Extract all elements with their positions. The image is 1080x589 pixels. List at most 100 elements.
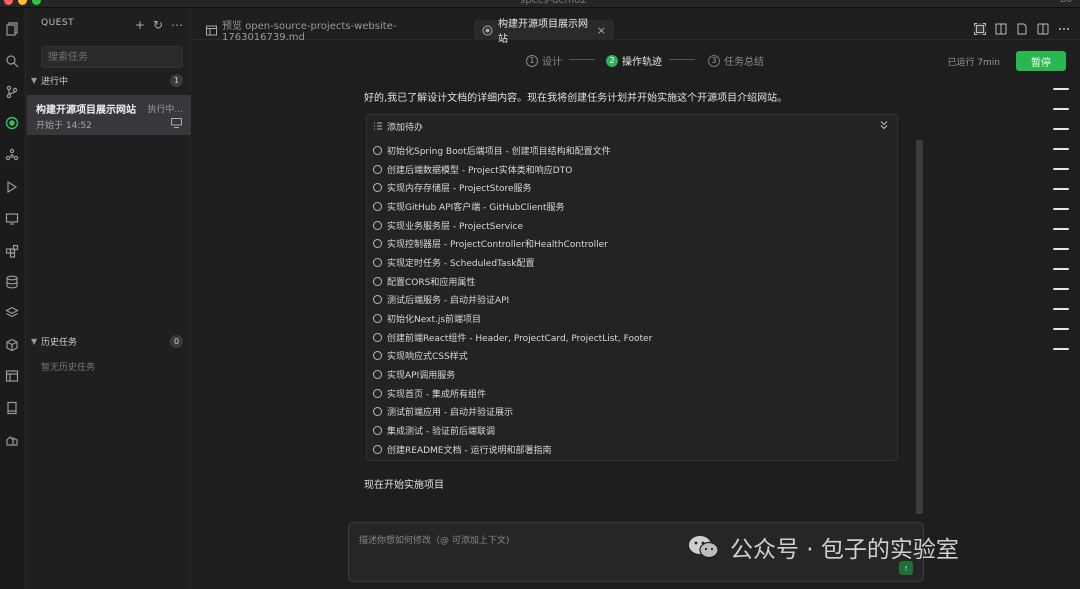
minimap-line (1053, 228, 1069, 230)
todo-checkbox-icon[interactable] (373, 183, 382, 193)
pause-button[interactable]: 暂停 (1016, 51, 1066, 71)
package-icon[interactable] (5, 338, 19, 352)
history-label: 历史任务 (41, 337, 78, 348)
todo-checkbox-icon[interactable] (373, 295, 382, 305)
todo-checkbox-icon[interactable] (373, 257, 382, 267)
todo-text: 实现控制器层 - ProjectController和HealthControl… (387, 240, 608, 251)
step-connector (669, 59, 695, 60)
todo-text: 集成测试 - 验证前后端联调 (387, 427, 495, 438)
bookmark-icon[interactable] (5, 401, 19, 415)
split-preview-icon[interactable] (995, 23, 1007, 35)
maximize-window-button[interactable] (32, 0, 41, 5)
step-trace[interactable]: 2 操作轨迹 (606, 53, 662, 68)
preview-panel-icon[interactable] (5, 369, 19, 383)
todo-item[interactable]: 创建后端数据模型 - Project实体类和响应DTO (373, 160, 893, 179)
todo-item[interactable]: 测试后端服务 - 启动并验证API (373, 291, 893, 310)
todo-item[interactable]: 创建前端React组件 - Header, ProjectCard, Proje… (373, 328, 893, 347)
source-control-icon[interactable] (5, 85, 19, 99)
task-name: 构建开源项目展示网站 (36, 105, 136, 116)
editor-tabbar: 预览 open-source-projects-website-17630167… (192, 8, 1080, 45)
todo-checkbox-icon[interactable] (373, 145, 382, 155)
todo-checkbox-icon[interactable] (373, 426, 382, 436)
todo-checkbox-icon[interactable] (373, 388, 382, 398)
todo-item[interactable]: 实现控制器层 - ProjectController和HealthControl… (373, 234, 893, 253)
step-summary[interactable]: 3 任务总结 (708, 53, 764, 68)
step-design[interactable]: 1 设计 (526, 53, 562, 68)
split-editor-icon[interactable] (1037, 23, 1049, 35)
quest-icon[interactable] (5, 116, 19, 130)
step-label: 操作轨迹 (622, 57, 662, 68)
open-file-icon[interactable] (1016, 23, 1028, 35)
todo-text: 测试前端应用 - 启动并验证展示 (387, 408, 513, 419)
todo-item[interactable]: 集成测试 - 验证前后端联调 (373, 421, 893, 440)
minimap-line (1053, 168, 1069, 170)
close-icon[interactable]: × (597, 24, 606, 37)
task-search-input[interactable] (41, 46, 183, 68)
monitor-icon[interactable] (171, 118, 182, 128)
collapse-icon[interactable] (879, 120, 889, 130)
todo-checkbox-icon[interactable] (373, 201, 382, 211)
close-window-button[interactable] (4, 0, 13, 5)
todo-item[interactable]: 配置CORS和应用属性 (373, 272, 893, 291)
todo-item[interactable]: 创建README文档 - 运行说明和部署指南 (373, 440, 893, 459)
todo-text: 测试后端服务 - 启动并验证API (387, 296, 510, 307)
minimize-window-button[interactable] (18, 0, 27, 5)
tab-preview[interactable]: 预览 open-source-projects-website-17630167… (198, 20, 472, 43)
extensions-network-icon[interactable] (5, 148, 19, 162)
todo-item[interactable]: 初始化Spring Boot后端项目 - 创建项目结构和配置文件 (373, 141, 893, 160)
assistant-message: 好的,我已了解设计文档的详细内容。现在我将创建任务计划并开始实施这个开源项目介绍… (364, 93, 788, 104)
extensions-icon[interactable] (5, 244, 19, 258)
minimap[interactable] (1053, 88, 1069, 350)
settings-cluster-icon[interactable] (5, 433, 19, 447)
task-time: 开始于 14:52 (36, 121, 92, 131)
todo-item[interactable]: 实现API调用服务 (373, 365, 893, 384)
todo-checkbox-icon[interactable] (373, 314, 382, 324)
todo-checkbox-icon[interactable] (373, 407, 382, 417)
step-label: 任务总结 (724, 57, 764, 68)
layers-icon[interactable] (5, 306, 19, 320)
todo-checkbox-icon[interactable] (373, 444, 382, 454)
todo-text: 初始化Spring Boot后端项目 - 创建项目结构和配置文件 (387, 146, 611, 157)
todo-checkbox-icon[interactable] (373, 332, 382, 342)
files-icon[interactable] (5, 22, 19, 36)
todo-checkbox-icon[interactable] (373, 351, 382, 361)
run-debug-icon[interactable] (5, 180, 19, 194)
todo-checkbox-icon[interactable] (373, 370, 382, 380)
task-item[interactable]: 构建开源项目展示网站 执行中... 开始于 14:52 (27, 95, 191, 135)
todo-text: 创建后端数据模型 - Project实体类和响应DTO (387, 165, 573, 176)
search-icon[interactable] (5, 54, 19, 68)
step-number: 2 (606, 54, 618, 67)
todo-item[interactable]: 实现定时任务 - ScheduledTask配置 (373, 253, 893, 272)
database-icon[interactable] (5, 275, 19, 289)
todo-checkbox-icon[interactable] (373, 164, 382, 174)
wechat-logo-icon (689, 536, 719, 559)
in-progress-section[interactable]: ▼ 进行中 1 (27, 72, 191, 88)
todo-item[interactable]: 实现GitHub API客户端 - GitHubClient服务 (373, 197, 893, 216)
history-section[interactable]: ▼ 历史任务 0 (27, 333, 191, 349)
more-icon[interactable] (1058, 23, 1070, 35)
minimap-line (1053, 208, 1069, 210)
todo-item[interactable]: 实现业务服务层 - ProjectService (373, 216, 893, 235)
todo-item[interactable]: 实现内存存储层 - ProjectStore服务 (373, 178, 893, 197)
todo-header[interactable]: 添加待办 (367, 115, 897, 137)
todo-item[interactable]: 实现首页 - 集成所有组件 (373, 384, 893, 403)
quest-header: QUEST + ↻ ⋯ (27, 8, 191, 38)
refresh-icon[interactable]: ↻ (153, 19, 163, 31)
activity-bar (0, 8, 26, 589)
todo-checkbox-icon[interactable] (373, 276, 382, 286)
minimap-line (1053, 128, 1069, 130)
todo-item[interactable]: 测试前端应用 - 启动并验证展示 (373, 403, 893, 422)
minimap-line (1053, 248, 1069, 250)
todo-checkbox-icon[interactable] (373, 220, 382, 230)
todo-text: 实现响应式CSS样式 (387, 352, 468, 363)
add-task-icon[interactable]: + (135, 19, 145, 31)
todo-checkbox-icon[interactable] (373, 239, 382, 249)
runtime-label: 已运行 7min (947, 58, 1000, 68)
todo-item[interactable]: 实现响应式CSS样式 (373, 347, 893, 366)
tab-quest[interactable]: 构建开源项目展示网站 × (474, 19, 614, 45)
focus-layout-icon[interactable] (974, 23, 986, 35)
scrollbar[interactable] (916, 140, 923, 514)
more-icon[interactable]: ⋯ (171, 19, 183, 31)
todo-item[interactable]: 初始化Next.js前端项目 (373, 309, 893, 328)
remote-explorer-icon[interactable] (5, 212, 19, 226)
